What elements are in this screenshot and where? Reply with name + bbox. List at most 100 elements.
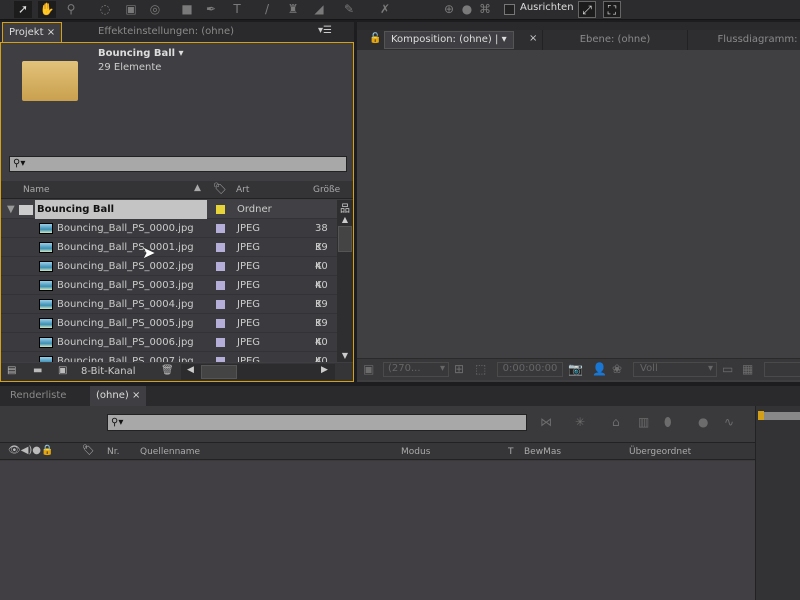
expand-icon[interactable]: ⤢ [578,1,596,18]
scroll-down-icon[interactable]: ▼ [337,351,353,360]
hand-tool-icon[interactable]: ✋ [38,1,56,18]
file-row[interactable]: Bouncing_Ball_PS_0005.jpgJPEG39 K [1,314,337,333]
pen-tool-icon[interactable]: ✒ [202,1,220,18]
sort-ascending-icon[interactable]: ▲ [194,183,201,193]
rotate-tool-icon[interactable]: ◌ [96,1,114,18]
tab-flowchart[interactable]: Flussdiagramm: [687,30,800,50]
file-row[interactable]: Bouncing_Ball_PS_0002.jpgJPEG40 K [1,257,337,276]
label-color[interactable] [216,300,225,309]
tab-timeline[interactable]: (ohne) × [90,386,146,406]
column-t[interactable]: T [508,447,514,457]
column-parent[interactable]: Übergeordnet [629,447,691,457]
label-tag-icon[interactable]: 🏷 [213,182,227,195]
selection-tool-icon[interactable]: ➚ [14,1,32,18]
rectangle-tool-icon[interactable]: ■ [178,1,196,18]
column-name[interactable]: Name [23,185,50,195]
label-tag-icon[interactable]: 🏷 [82,445,95,456]
always-preview-icon[interactable]: ▣ [363,362,374,376]
new-folder-icon[interactable]: ▬ [33,365,42,376]
file-row[interactable]: Bouncing_Ball_PS_0004.jpgJPEG39 K [1,295,337,314]
close-icon[interactable]: × [529,33,537,44]
file-row[interactable]: Bouncing_Ball_PS_0003.jpgJPEG40 K [1,276,337,295]
frame-blending-icon[interactable]: ▥ [638,415,649,429]
label-color[interactable] [216,281,225,290]
align-checkbox[interactable] [504,4,515,15]
puppet-pin-tool-icon[interactable]: ✗ [376,1,394,18]
close-icon[interactable]: × [47,27,55,38]
mask-visibility-icon[interactable]: ⬚ [475,362,486,376]
view-dropdown[interactable] [764,362,800,377]
time-ruler[interactable] [755,406,800,600]
scroll-left-icon[interactable]: ◀ [187,365,194,375]
roto-brush-tool-icon[interactable]: ✎ [340,1,358,18]
transparency-grid-icon[interactable]: ▦ [742,362,753,376]
folder-row[interactable]: ▼ Bouncing Ball Ordner [1,200,337,219]
tab-layer[interactable]: Ebene: (ohne) [542,30,687,50]
zoom-tool-icon[interactable]: ⚲ [62,1,80,18]
draft-3d-icon[interactable]: ✳ [575,415,585,429]
column-mode[interactable]: Modus [401,447,430,457]
scroll-thumb[interactable] [338,226,352,252]
color-channels-icon[interactable]: ❀ [612,362,622,376]
tab-render-queue[interactable]: Renderliste [4,386,72,406]
file-row[interactable]: Bouncing_Ball_PS_0001.jpgJPEG39 K [1,238,337,257]
av-switches-icons[interactable]: 👁◀)●🔒 [8,445,53,456]
workspace-icon[interactable]: ⛶ [603,1,621,18]
selection-name[interactable]: Bouncing Ball ▾ [98,48,184,59]
scroll-thumb[interactable] [201,365,237,379]
trash-icon[interactable]: 🗑 [161,365,174,376]
column-source-name[interactable]: Quellenname [140,447,200,457]
label-color[interactable] [216,262,225,271]
file-row[interactable]: Bouncing_Ball_PS_0000.jpgJPEG38 K [1,219,337,238]
title-safe-icon[interactable]: ⊞ [454,362,464,376]
dropdown-icon[interactable]: | ▾ [495,34,507,45]
disclosure-triangle-icon[interactable]: ▼ [7,200,15,219]
motion-blur-icon[interactable]: ⬮ [664,415,672,430]
label-color[interactable] [216,338,225,347]
region-of-interest-icon[interactable]: ▭ [722,362,733,376]
file-row[interactable]: Bouncing_Ball_PS_0006.jpgJPEG40 K [1,333,337,352]
column-number[interactable]: Nr. [107,447,119,457]
hierarchy-icon[interactable]: 品 [337,200,353,215]
brainstorm-icon[interactable]: ● [698,415,708,429]
clone-stamp-tool-icon[interactable]: ♜ [284,1,302,18]
timecode-field[interactable]: 0:00:00:00 [497,362,563,377]
comp-flowchart-icon[interactable]: ⋈ [540,415,552,429]
interpret-footage-icon[interactable]: ▤ [7,365,16,376]
label-color[interactable] [216,224,225,233]
file-row[interactable]: Bouncing_Ball_PS_0007.jpgJPEG40 K [1,352,337,362]
lock-icon[interactable]: 🔓 [369,33,381,44]
show-snapshot-icon[interactable]: 👤 [592,362,607,376]
text-tool-icon[interactable]: T [228,1,246,18]
scroll-up-icon[interactable]: ▲ [337,215,353,224]
timeline-search-input[interactable]: ⚲▾ [107,414,527,431]
label-color[interactable] [216,205,225,214]
resolution-dropdown[interactable]: Voll▾ [633,362,717,377]
view-axis-icon[interactable]: ⌘ [476,1,494,18]
bit-depth-button[interactable]: 8-Bit-Kanal [81,366,136,377]
tab-effect-controls[interactable]: Effekteinstellungen: (ohne) [92,22,240,42]
composition-viewer[interactable] [357,50,800,358]
close-icon[interactable]: × [132,390,140,401]
axis-icon[interactable]: ⊕ [440,1,458,18]
tab-composition[interactable]: Komposition: (ohne) | ▾ [384,31,514,49]
work-area-bar[interactable] [758,412,800,420]
new-composition-icon[interactable]: ▣ [58,365,67,376]
label-color[interactable] [216,243,225,252]
panel-menu-icon[interactable]: ▾☰ [318,25,332,36]
scroll-right-icon[interactable]: ▶ [321,365,328,375]
column-type[interactable]: Art [236,185,249,195]
label-color[interactable] [216,319,225,328]
project-search-input[interactable]: ⚲▾ [9,156,347,172]
column-size[interactable]: Größe [313,185,340,195]
graph-editor-icon[interactable]: ∿ [724,415,734,429]
sphere-icon[interactable]: ● [458,1,476,18]
pan-behind-tool-icon[interactable]: ◎ [146,1,164,18]
horizontal-scrollbar[interactable]: ◀ ▶ [181,364,335,380]
column-trkmat[interactable]: BewMas [524,447,561,457]
label-color[interactable] [216,357,225,362]
magnification-dropdown[interactable]: (270... ▾ [383,362,449,377]
vertical-scrollbar[interactable]: 品 ▲ ▼ [337,200,353,362]
eraser-tool-icon[interactable]: ◢ [310,1,328,18]
layer-list-area[interactable] [0,461,755,600]
